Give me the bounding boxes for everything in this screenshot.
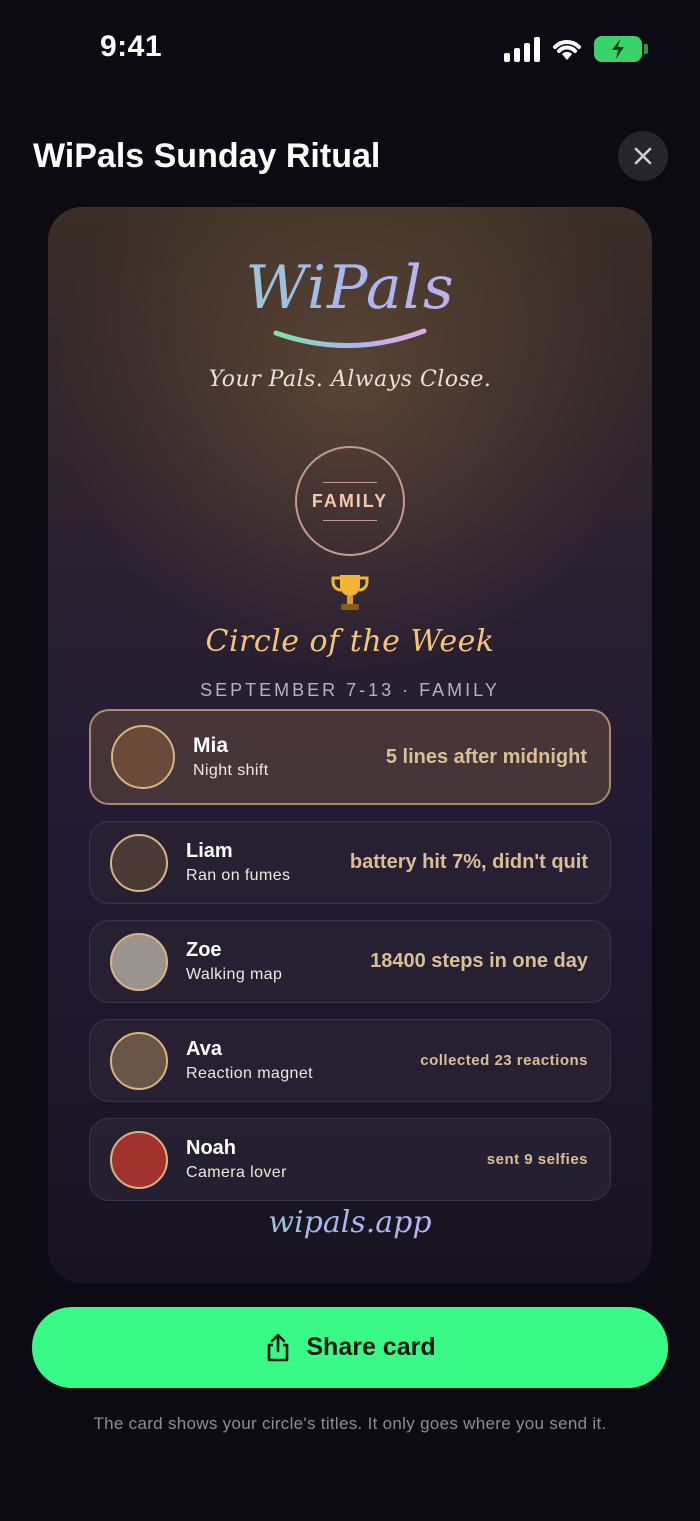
- avatar: [111, 725, 175, 789]
- share-icon: [268, 1333, 289, 1361]
- wifi-icon: [553, 40, 581, 60]
- member-name: Noah: [186, 1137, 236, 1159]
- share-card-preview: WiPals Your Pals. Always Close. FAMILY C…: [48, 207, 652, 1283]
- member-name: Mia: [193, 734, 229, 757]
- member-name: Zoe: [186, 939, 222, 961]
- wipals-logo: WiPals: [48, 253, 652, 323]
- member-stat: sent 9 selfies: [486, 1151, 588, 1168]
- status-time: 9:41: [100, 30, 163, 63]
- close-icon: [634, 147, 652, 165]
- privacy-note: The card shows your circle's titles. It …: [93, 1414, 607, 1433]
- member-title: Night shift: [193, 762, 269, 779]
- member-stat: collected 23 reactions: [420, 1052, 588, 1069]
- member-row: Liam Ran on fumes battery hit 7%, didn't…: [89, 821, 611, 904]
- circle-badge: FAMILY: [295, 446, 405, 556]
- logo-smile-icon: [273, 328, 427, 348]
- site-url: wipals.app: [48, 1205, 652, 1240]
- battery-charging-icon: [594, 36, 648, 62]
- member-name: Liam: [186, 840, 233, 862]
- member-row: Ava Reaction magnet collected 23 reactio…: [89, 1019, 611, 1102]
- week-range: SEPTEMBER 7-13 · FAMILY: [200, 680, 500, 700]
- avatar: [110, 833, 168, 892]
- member-row-top: Mia Night shift 5 lines after midnight: [89, 709, 611, 805]
- tagline: Your Pals. Always Close.: [208, 367, 492, 392]
- share-card-label: Share card: [306, 1333, 436, 1361]
- member-row: Zoe Walking map 18400 steps in one day: [89, 920, 611, 1003]
- close-button[interactable]: [618, 131, 668, 181]
- avatar: [110, 1031, 168, 1090]
- member-title: Camera lover: [186, 1164, 287, 1181]
- member-list: Mia Night shift 5 lines after midnight L…: [89, 709, 611, 1217]
- member-title: Walking map: [186, 966, 283, 983]
- status-icons: [504, 36, 648, 62]
- avatar: [110, 932, 168, 991]
- circle-of-the-week-heading: Circle of the Week: [205, 624, 495, 659]
- member-stat: 5 lines after midnight: [385, 745, 587, 768]
- member-stat: battery hit 7%, didn't quit: [349, 851, 588, 873]
- member-title: Ran on fumes: [186, 867, 291, 884]
- trophy-icon: [331, 575, 369, 610]
- page-title: WiPals Sunday Ritual: [33, 137, 381, 175]
- member-name: Ava: [186, 1038, 222, 1060]
- avatar: [110, 1130, 168, 1189]
- member-row: Noah Camera lover sent 9 selfies: [89, 1118, 611, 1201]
- status-bar: 9:41: [0, 0, 700, 100]
- cellular-signal-icon: [504, 36, 540, 62]
- member-stat: 18400 steps in one day: [370, 950, 588, 972]
- member-title: Reaction magnet: [186, 1065, 313, 1082]
- share-card-button[interactable]: Share card: [32, 1307, 668, 1388]
- circle-badge-label: FAMILY: [311, 490, 389, 511]
